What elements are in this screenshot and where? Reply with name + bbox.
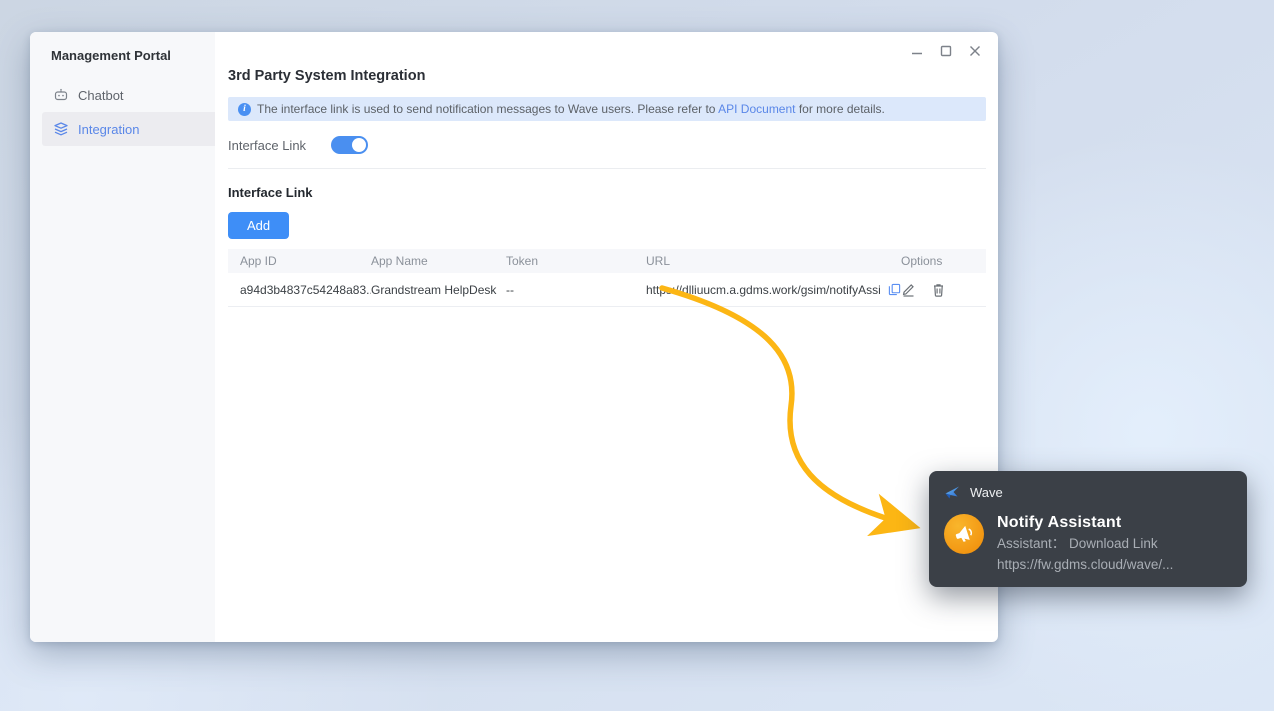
robot-icon bbox=[53, 87, 69, 103]
api-document-link[interactable]: API Document bbox=[718, 102, 795, 116]
cell-app-name: Grandstream HelpDesk bbox=[371, 282, 497, 297]
management-portal-window: Management Portal Chatbot Integration 3r… bbox=[30, 32, 998, 642]
notification-text: Notify Assistant Assistant： Download Lin… bbox=[997, 514, 1173, 574]
toggle-label: Interface Link bbox=[228, 137, 307, 153]
notify-assistant-avatar bbox=[944, 514, 984, 554]
col-options: Options bbox=[901, 254, 943, 268]
sidebar: Management Portal Chatbot Integration bbox=[30, 32, 215, 642]
notification-message-line1: Assistant： Download Link bbox=[997, 536, 1158, 551]
maximize-button[interactable] bbox=[940, 45, 952, 57]
wave-logo-icon bbox=[944, 484, 961, 501]
divider bbox=[228, 168, 986, 169]
sidebar-title: Management Portal bbox=[51, 48, 171, 63]
layers-icon bbox=[53, 121, 69, 137]
main-panel: 3rd Party System Integration i The inter… bbox=[215, 32, 998, 642]
cell-app-id: a94d3b4837c54248a83... bbox=[240, 282, 371, 297]
add-button[interactable]: Add bbox=[228, 212, 290, 239]
notification-header: Wave bbox=[929, 471, 1247, 506]
interface-link-toggle-row: Interface Link bbox=[228, 136, 986, 154]
sidebar-item-label: Chatbot bbox=[78, 87, 124, 103]
table-row: a94d3b4837c54248a83... Grandstream HelpD… bbox=[228, 273, 986, 307]
sidebar-item-integration[interactable]: Integration bbox=[42, 112, 215, 146]
cell-token: -- bbox=[506, 282, 514, 297]
notification-message-line2: https://fw.gdms.cloud/wave/... bbox=[997, 557, 1174, 572]
info-icon: i bbox=[238, 102, 251, 116]
wave-notification-popup[interactable]: Wave Notify Assistant Assistant： Downloa… bbox=[929, 471, 1247, 587]
minimize-button[interactable] bbox=[911, 45, 923, 57]
col-url: URL bbox=[646, 254, 671, 268]
table-header: App ID App Name Token URL Options bbox=[228, 249, 986, 273]
col-token: Token bbox=[506, 254, 539, 268]
window-controls bbox=[911, 45, 981, 57]
sidebar-item-label: Integration bbox=[78, 121, 140, 137]
copy-icon[interactable] bbox=[888, 283, 901, 296]
close-button[interactable] bbox=[969, 45, 981, 57]
notification-app-name: Wave bbox=[970, 485, 1003, 500]
megaphone-icon bbox=[953, 523, 975, 545]
edit-icon[interactable] bbox=[901, 282, 916, 297]
interface-link-table: App ID App Name Token URL Options a94d3b… bbox=[228, 249, 986, 307]
col-app-name: App Name bbox=[371, 254, 428, 268]
sidebar-item-chatbot[interactable]: Chatbot bbox=[42, 78, 215, 112]
info-banner: i The interface link is used to send not… bbox=[228, 97, 986, 121]
notification-body: Notify Assistant Assistant： Download Lin… bbox=[929, 506, 1247, 574]
section-title: Interface Link bbox=[228, 185, 313, 200]
col-app-id: App ID bbox=[240, 254, 277, 268]
interface-link-toggle[interactable] bbox=[331, 136, 369, 154]
delete-icon[interactable] bbox=[931, 282, 946, 297]
banner-text: The interface link is used to send notif… bbox=[257, 102, 885, 116]
page-title: 3rd Party System Integration bbox=[228, 68, 426, 84]
cell-url: https://dlliuucm.a.gdms.work/gsim/notify… bbox=[646, 282, 881, 297]
toggle-knob bbox=[352, 138, 367, 152]
notification-title: Notify Assistant bbox=[997, 514, 1122, 531]
